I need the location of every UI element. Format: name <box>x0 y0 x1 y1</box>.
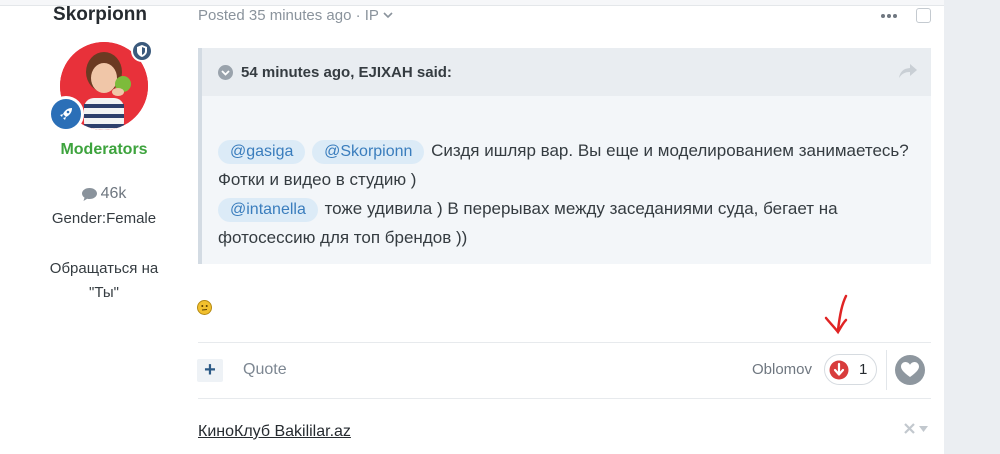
downvote-reaction-icon <box>829 360 849 379</box>
quote-header[interactable]: 54 minutes ago, EJIXAH said: <box>202 48 931 96</box>
reaction-count: 1 <box>859 361 868 378</box>
heart-icon <box>901 362 919 377</box>
page-side-background <box>944 0 1000 454</box>
post-count: 46k <box>0 185 208 203</box>
reaction-user-link[interactable]: Oblomov <box>752 361 812 378</box>
collapse-chevron-icon[interactable] <box>218 64 233 80</box>
rocket-icon <box>48 96 84 132</box>
author-panel: Skorpionn Moderators 46k Gender:Female О… <box>0 0 180 454</box>
multiquote-add-button[interactable]: + <box>197 359 223 382</box>
share-arrow-icon[interactable] <box>899 64 917 78</box>
post-select-checkbox[interactable] <box>916 8 931 23</box>
thinking-emoji-icon <box>197 300 212 315</box>
speech-bubble-icon <box>81 187 97 201</box>
mention-link[interactable]: @Skorpionn <box>312 140 425 164</box>
author-group: Moderators <box>60 141 148 158</box>
close-icon[interactable] <box>904 423 915 434</box>
signature-link[interactable]: КиноКлуб Bakililar.az <box>198 423 351 441</box>
chevron-down-icon[interactable] <box>919 425 928 432</box>
like-button[interactable] <box>895 355 925 385</box>
quote-header-text: 54 minutes ago, EJIXAH said: <box>241 63 452 81</box>
author-gender: Gender:Female <box>51 210 157 227</box>
shield-icon <box>131 40 153 62</box>
mention-link[interactable]: @gasiga <box>218 140 306 164</box>
divider <box>886 350 887 390</box>
divider <box>198 342 931 343</box>
quote-button[interactable]: Quote <box>243 361 287 379</box>
author-note-line2: "Ты" <box>89 284 119 301</box>
quote-body: @gasiga @Skorpionn Сиздя ишляр вар. Вы е… <box>218 136 918 252</box>
post-meta-text: Posted 35 minutes ago · IP <box>198 7 379 24</box>
quote-block: 54 minutes ago, EJIXAH said: @gasiga @Sk… <box>198 48 931 264</box>
reaction-badge[interactable]: 1 <box>824 354 877 385</box>
more-options-icon[interactable] <box>880 6 898 24</box>
mention-link[interactable]: @intanella <box>218 198 318 222</box>
red-arrow-annotation-icon <box>824 294 848 335</box>
signature-tools[interactable] <box>904 423 928 434</box>
chevron-down-icon <box>383 12 393 19</box>
author-note-line1: Обращаться на <box>49 260 159 277</box>
post-count-value: 46k <box>100 185 127 202</box>
divider <box>198 398 931 399</box>
post-meta[interactable]: Posted 35 minutes ago · IP <box>198 7 393 24</box>
author-username[interactable]: Skorpionn <box>0 4 200 26</box>
